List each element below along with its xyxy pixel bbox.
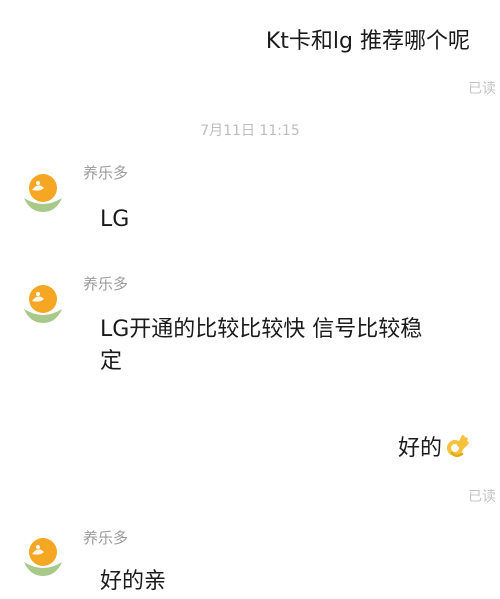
avatar[interactable]: [20, 168, 66, 214]
avatar-icon: [20, 168, 66, 214]
incoming-message[interactable]: LG开通的比较比较快 信号比较稳 定: [100, 314, 490, 378]
avatar[interactable]: [20, 532, 66, 578]
sender-name: 养乐多: [83, 275, 129, 293]
ok-hand-emoji-icon: [447, 435, 469, 457]
avatar-icon: [20, 532, 66, 578]
outgoing-message[interactable]: Kt卡和lg 推荐哪个呢: [266, 27, 470, 57]
avatar-icon: [20, 279, 66, 325]
sender-name: 养乐多: [83, 164, 129, 182]
avatar[interactable]: [20, 279, 66, 325]
message-text: 好的亲: [100, 569, 167, 594]
outgoing-message[interactable]: 好的: [398, 434, 470, 464]
read-status: 已读: [468, 489, 496, 505]
sender-name: 养乐多: [83, 529, 129, 547]
incoming-message[interactable]: 好的亲: [100, 566, 166, 598]
timestamp: 7月11日 11:15: [200, 123, 300, 139]
message-text-line: 定: [100, 349, 123, 374]
message-text-line: LG开通的比较比较快 信号比较稳: [100, 317, 423, 342]
message-text: 好的: [397, 436, 442, 461]
incoming-message[interactable]: LG: [100, 204, 129, 236]
read-status: 已读: [468, 81, 496, 97]
message-text: LG: [100, 207, 130, 232]
message-text: Kt卡和lg 推荐哪个呢: [265, 29, 470, 54]
